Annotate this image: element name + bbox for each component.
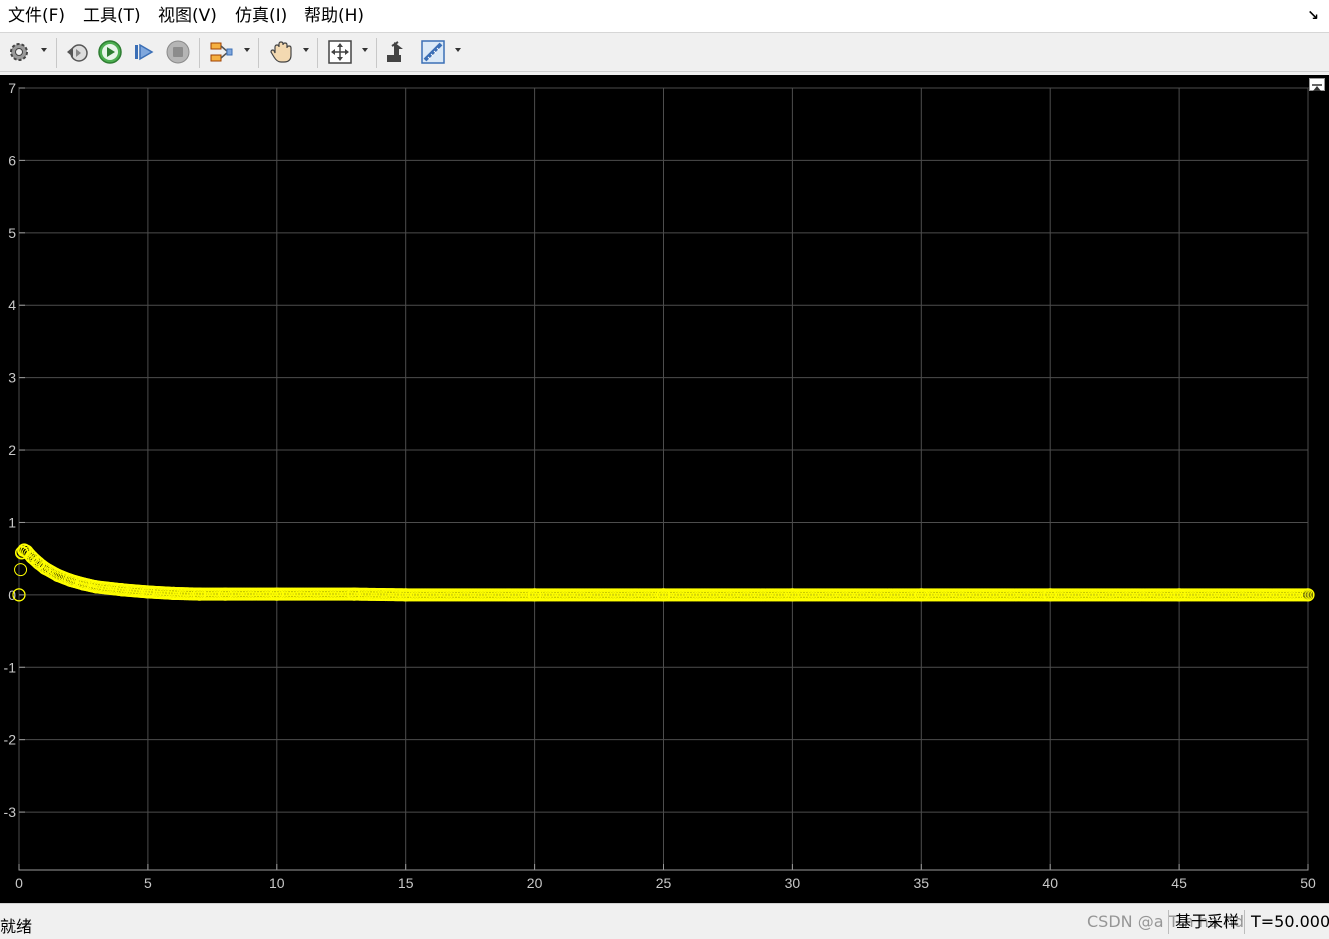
scope-display[interactable]: 0 5 10 15 20 25 30 35 40 45 50 -3 -2 -1 0 1 2 3 4 5 6 7 — [0, 75, 1329, 903]
undock-arrow-icon[interactable]: ↘ — [1307, 8, 1319, 24]
y-tick-label: 0 — [8, 587, 16, 603]
menu-view[interactable]: 视图(V) — [158, 6, 217, 26]
signal-selector-icon[interactable] — [208, 39, 234, 65]
toolbar-separator — [376, 38, 377, 68]
status-ready-text: 就绪 — [0, 917, 33, 936]
signal-selector-dropdown-icon[interactable] — [244, 48, 250, 52]
settings-dropdown-icon[interactable] — [41, 48, 47, 52]
x-tick-label: 25 — [656, 875, 672, 891]
y-tick-label: 6 — [8, 152, 16, 168]
expand-axes-icon[interactable] — [1309, 78, 1325, 91]
x-tick-label: 15 — [398, 875, 414, 891]
x-tick-label: 10 — [269, 875, 285, 891]
step-back-icon[interactable] — [64, 39, 90, 65]
step-forward-icon[interactable] — [131, 39, 157, 65]
toolbar-separator — [56, 38, 57, 68]
y-tick-label: 4 — [8, 297, 16, 313]
y-tick-label: -3 — [4, 804, 17, 820]
simulation-time: T=50.000 — [1244, 910, 1329, 934]
y-tick-label: 7 — [8, 80, 16, 96]
sample-mode-indicator: 基于采样 — [1168, 910, 1239, 934]
y-tick-label: -1 — [4, 659, 17, 675]
y-tick-label: 3 — [8, 370, 16, 386]
settings-icon[interactable] — [6, 39, 32, 65]
run-icon[interactable] — [97, 39, 123, 65]
toolbar-separator — [199, 38, 200, 68]
x-tick-label: 40 — [1042, 875, 1058, 891]
x-tick-label: 45 — [1171, 875, 1187, 891]
menu-file[interactable]: 文件(F) — [8, 6, 65, 26]
y-tick-label: 5 — [8, 225, 16, 241]
x-tick-label: 0 — [15, 875, 23, 891]
y-tick-label: 1 — [8, 514, 16, 530]
zoom-fit-icon[interactable] — [327, 39, 353, 65]
x-tick-label: 5 — [144, 875, 152, 891]
menu-help[interactable]: 帮助(H) — [304, 6, 364, 26]
toolbar — [0, 33, 1329, 72]
x-tick-label: 35 — [914, 875, 930, 891]
x-tick-label: 20 — [527, 875, 543, 891]
zoom-fit-dropdown-icon[interactable] — [362, 48, 368, 52]
toolbar-separator — [258, 38, 259, 68]
toolbar-separator — [317, 38, 318, 68]
y-tick-label: 2 — [8, 442, 16, 458]
signal-marker — [14, 563, 28, 577]
menu-simulation[interactable]: 仿真(I) — [235, 6, 287, 26]
scope-plot[interactable]: 0 5 10 15 20 25 30 35 40 45 50-3-2-101234567 — [0, 75, 1329, 903]
pan-icon[interactable] — [268, 39, 294, 65]
highlight-block-icon[interactable] — [384, 39, 410, 65]
y-tick-label: -2 — [4, 732, 17, 748]
menu-bar: 文件(F) 工具(T) 视图(V) 仿真(I) 帮助(H) ↘ — [0, 0, 1329, 33]
x-tick-label: 50 — [1300, 875, 1316, 891]
status-bar: 就绪 CSDN @a T n ha nd 基于采样 T=50.000 — [0, 903, 1329, 939]
measure-icon[interactable] — [420, 39, 446, 65]
measure-dropdown-icon[interactable] — [455, 48, 461, 52]
x-tick-label: 30 — [785, 875, 801, 891]
menu-tools[interactable]: 工具(T) — [83, 6, 141, 26]
pan-dropdown-icon[interactable] — [303, 48, 309, 52]
stop-icon[interactable] — [165, 39, 191, 65]
